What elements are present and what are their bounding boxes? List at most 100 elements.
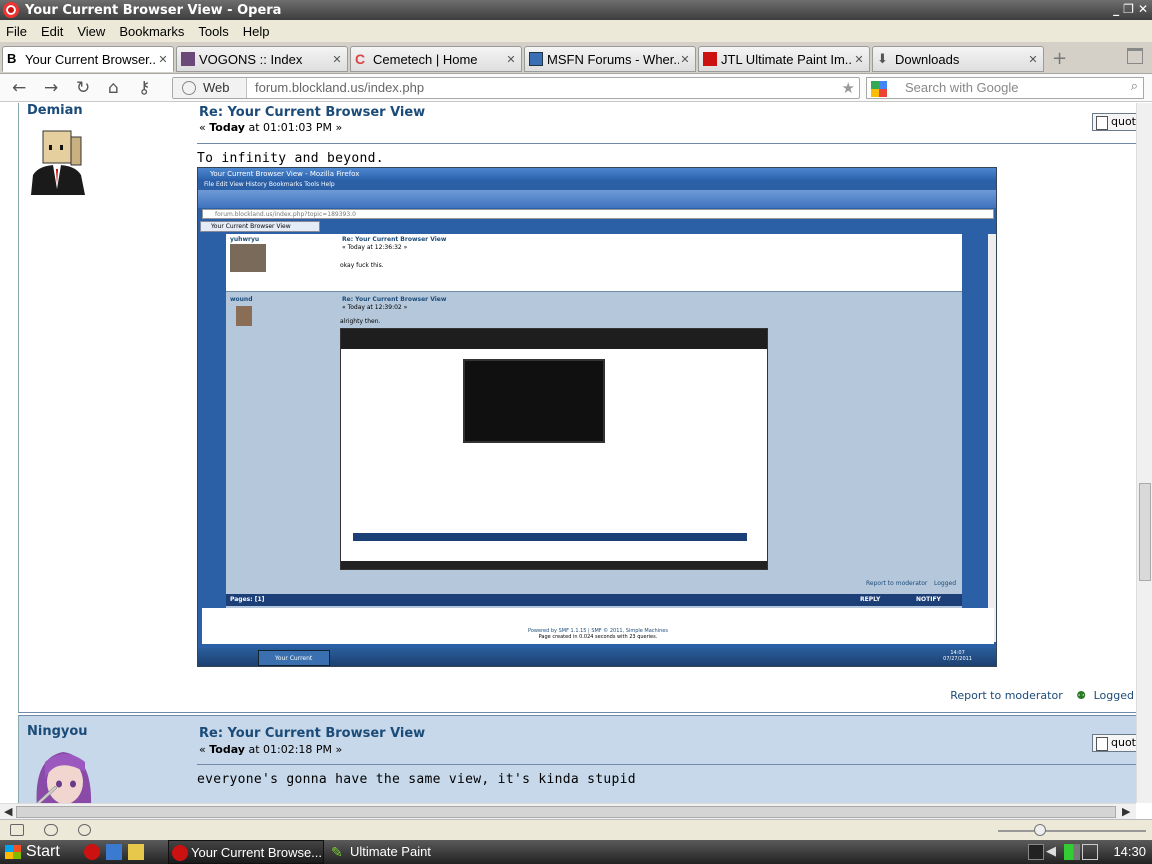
post-author[interactable]: Demian — [27, 103, 83, 118]
cloud-icon[interactable] — [44, 824, 58, 836]
close-button[interactable]: ✕ — [1138, 2, 1148, 16]
horizontal-scroll-thumb[interactable] — [16, 806, 1116, 818]
globe-icon — [182, 81, 196, 95]
network-signal-icon[interactable] — [1064, 844, 1080, 860]
scroll-right-icon[interactable]: ▶ — [1122, 804, 1130, 820]
post-meta: « Today at 01:01:03 PM » — [199, 121, 342, 134]
new-tab-button[interactable]: + — [1052, 48, 1067, 69]
vertical-scroll-thumb[interactable] — [1139, 483, 1151, 581]
tab-close-icon[interactable]: ✕ — [505, 53, 517, 66]
tab-close-icon[interactable]: ✕ — [331, 53, 343, 66]
tray-app-icon[interactable] — [1028, 844, 1044, 860]
cemetech-favicon-icon: C — [355, 51, 366, 67]
back-icon[interactable]: ← — [12, 78, 26, 98]
tab-blockland[interactable]: B Your Current Browser... ✕ — [2, 46, 174, 72]
scroll-left-icon[interactable]: ◀ — [4, 804, 12, 820]
search-icon[interactable]: ⌕ — [1131, 79, 1138, 94]
minimize-button[interactable]: _ — [1113, 2, 1119, 16]
post-title[interactable]: Re: Your Current Browser View — [199, 726, 425, 741]
google-icon[interactable] — [871, 81, 887, 97]
menu-file[interactable]: File — [6, 24, 27, 39]
tab-close-icon[interactable]: ✕ — [1027, 53, 1039, 66]
address-field[interactable]: Web forum.blockland.us/index.php ★ — [172, 77, 860, 99]
opera-quicklaunch-icon[interactable] — [84, 844, 100, 860]
zoom-slider-track[interactable] — [998, 830, 1146, 832]
embedded-menu: File Edit View History Bookmarks Tools H… — [204, 181, 335, 188]
taskbar-clock[interactable]: 14:30 — [1113, 840, 1146, 864]
network-icon[interactable] — [1082, 844, 1098, 860]
tab-close-icon[interactable]: ✕ — [157, 53, 169, 66]
menu-view[interactable]: View — [77, 24, 105, 39]
menu-bookmarks[interactable]: Bookmarks — [119, 24, 184, 39]
jtl-favicon-icon — [703, 52, 717, 66]
start-button[interactable]: Start — [0, 840, 76, 864]
menu-help[interactable]: Help — [243, 24, 270, 39]
key-icon[interactable]: ⚷ — [138, 78, 150, 98]
speed-dial-icon[interactable] — [78, 824, 91, 836]
tab-jtl-ultimate-paint[interactable]: JTL Ultimate Paint Im... ✕ — [698, 46, 870, 72]
forward-icon[interactable]: → — [44, 78, 58, 98]
tab-cemetech[interactable]: C Cemetech | Home ✕ — [350, 46, 522, 72]
menu-edit[interactable]: Edit — [41, 24, 63, 39]
nested-toolbar — [341, 329, 767, 349]
embedded-report: Report to moderator — [866, 580, 928, 587]
embedded-task-item: Your Current Bro... — [258, 650, 330, 666]
tab-close-icon[interactable]: ✕ — [853, 53, 865, 66]
task-label: Ultimate Paint — [350, 844, 431, 859]
download-icon: ⬇ — [877, 51, 888, 66]
quote-button[interactable]: quote — [1092, 113, 1136, 131]
search-field[interactable]: Search with Google ⌕ — [866, 77, 1144, 99]
opera-task-icon — [172, 845, 188, 861]
avatar — [36, 752, 92, 803]
desktop-quicklaunch-icon[interactable] — [106, 844, 122, 860]
restore-button[interactable]: ❐ — [1123, 2, 1134, 16]
embedded-author-1: yuhwryu — [230, 236, 260, 243]
page-viewport: Demian Re: Your Current Browser View « T… — [0, 103, 1136, 803]
vertical-scrollbar[interactable] — [1136, 103, 1152, 803]
logged-icon: ⚉ — [1076, 689, 1087, 702]
tab-downloads[interactable]: ⬇ Downloads ✕ — [872, 46, 1044, 72]
embedded-body-2: alrighty then. — [340, 318, 381, 325]
home-icon[interactable]: ⌂ — [108, 78, 119, 98]
tab-msfn[interactable]: MSFN Forums - Wher... ✕ — [524, 46, 696, 72]
embedded-url: forum.blockland.us/index.php?topic=18939… — [202, 209, 994, 219]
task-label: Your Current Browse... — [191, 845, 323, 860]
post-meta-day: Today — [209, 121, 245, 134]
report-link[interactable]: Report to moderator — [950, 689, 1063, 702]
bookmark-star-icon[interactable]: ★ — [842, 78, 855, 98]
tab-vogons[interactable]: VOGONS :: Index ✕ — [176, 46, 348, 72]
embedded-pages-bar: Pages: [1] REPLY NOTIFY — [226, 594, 962, 606]
vogons-favicon-icon — [181, 52, 195, 66]
embedded-footer: Powered by SMF 1.1.15 | SMF © 2011, Simp… — [202, 608, 994, 644]
volume-icon[interactable]: ◀ — [1046, 844, 1062, 860]
opera-logo-icon — [3, 2, 19, 18]
explorer-quicklaunch-icon[interactable] — [128, 844, 144, 860]
zoom-slider-knob[interactable] — [1034, 824, 1046, 836]
embedded-avatar-1 — [230, 244, 266, 272]
url-text[interactable]: forum.blockland.us/index.php — [255, 78, 424, 98]
embedded-tab: Your Current Browser View — [200, 221, 320, 232]
tab-label: MSFN Forums - Wher... — [547, 51, 679, 67]
tab-label: Downloads — [895, 51, 960, 67]
tab-close-icon[interactable]: ✕ — [679, 53, 691, 66]
tab-label: JTL Ultimate Paint Im... — [721, 51, 853, 67]
reload-icon[interactable]: ↻ — [76, 78, 90, 98]
menu-tools[interactable]: Tools — [198, 24, 228, 39]
quote-button[interactable]: quote — [1092, 734, 1136, 752]
web-badge[interactable]: Web — [173, 78, 247, 98]
post-report-row: Report to moderator ⚉ Logged — [950, 689, 1134, 702]
nested-dark-window — [463, 359, 605, 443]
panel-toggle-icon[interactable] — [10, 824, 24, 836]
embedded-pages: Pages: [1] — [230, 596, 265, 603]
post-title[interactable]: Re: Your Current Browser View — [199, 105, 425, 120]
window-title: Your Current Browser View - Opera — [25, 2, 282, 18]
paint-task-icon: ✎ — [331, 844, 343, 860]
horizontal-scrollbar[interactable]: ◀ ▶ — [0, 803, 1136, 819]
task-opera[interactable]: Your Current Browse... — [168, 840, 324, 864]
post-author[interactable]: Ningyou — [27, 724, 88, 739]
post-body: everyone's gonna have the same view, it'… — [197, 772, 636, 787]
embedded-author-2: wound — [230, 296, 253, 303]
trash-icon[interactable] — [1127, 48, 1143, 64]
task-ultimate-paint[interactable]: ✎ Ultimate Paint — [328, 840, 478, 864]
embedded-title-1: Re: Your Current Browser View — [342, 236, 447, 243]
